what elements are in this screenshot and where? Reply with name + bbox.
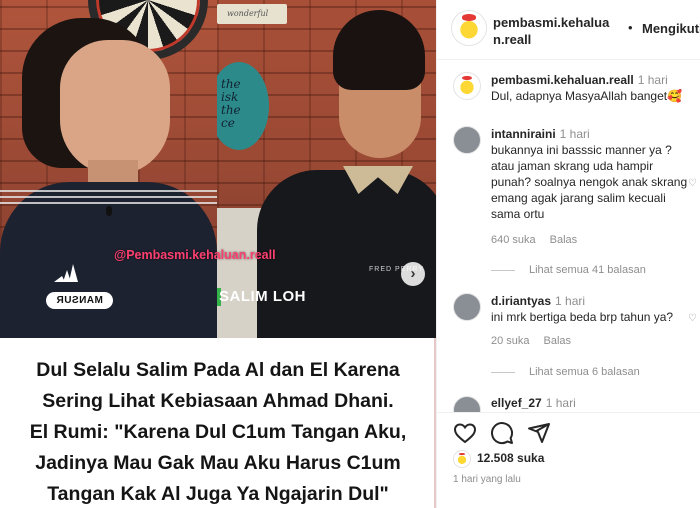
comment-username[interactable]: ellyef_27: [491, 396, 542, 410]
following-button[interactable]: Mengikuti: [642, 21, 700, 36]
comment-time[interactable]: 1 hari: [555, 294, 585, 308]
like-comment-heart-icon[interactable]: ♡: [688, 178, 697, 189]
wall-sign-text: wonderful: [227, 9, 269, 18]
heart-icon[interactable]: [453, 421, 477, 445]
adidas-logo-icon: [54, 264, 78, 282]
watermark-text: @Pembasmi.kehaluan.reall: [114, 248, 276, 262]
comment-text: ini mrk bertiga beda brp tahun ya?: [491, 310, 674, 324]
comment-header: d.iriantyas 1 hari: [491, 293, 696, 309]
comment-meta: 640 suka Balas: [491, 234, 591, 246]
video-frame-left: MANSUR: [0, 0, 217, 338]
comment-time[interactable]: 1 hari: [546, 396, 576, 410]
comment-time[interactable]: 1 hari: [560, 127, 590, 141]
microphone-icon: [106, 206, 112, 216]
name-tag-left: MANSUR: [46, 292, 113, 309]
next-slide-button[interactable]: ›: [401, 262, 425, 286]
caption-line: Tangan Kak Al Juga Ya Ngajarin Dul": [47, 483, 389, 505]
name-tag-right-text: SALIM LOH: [219, 288, 306, 305]
share-icon[interactable]: [527, 421, 551, 445]
post-header: pembasmi.kehaluan.reall • Mengikuti: [437, 0, 700, 60]
name-tag-right: SALIM LOH: [219, 288, 306, 305]
name-tag-left-text: MANSUR: [56, 295, 103, 306]
comment-avatar[interactable]: [453, 126, 481, 154]
post-date[interactable]: 1 hari yang lalu: [453, 474, 521, 485]
view-replies-button[interactable]: Lihat semua 6 balasan: [491, 366, 640, 378]
comment-time[interactable]: 1 hari: [638, 73, 668, 87]
comment-header: ellyef_27 1 hari: [491, 395, 696, 411]
comment-header: intanniraini 1 hari: [491, 126, 696, 142]
account-logo-icon: [452, 11, 486, 45]
caption-line: El Rumi: "Karena Dul C1um Tangan Aku,: [29, 421, 407, 443]
comment-text: Dul, adapnya MasyaAllah banget🥰: [491, 89, 683, 103]
comment-text: bukannya ini basssic manner ya ? atau ja…: [491, 143, 688, 221]
comment-avatar[interactable]: [453, 293, 481, 321]
comments-panel: pembasmi.kehaluan.reall • Mengikuti pemb…: [436, 0, 700, 508]
like-comment-heart-icon[interactable]: ♡: [688, 313, 697, 324]
likes-count[interactable]: 12.508 suka: [477, 451, 544, 465]
post-caption-image: Dul Selalu Salim Pada Al dan El Karena S…: [0, 338, 436, 508]
comment-header: pembasmi.kehaluan.reall 1 hari: [491, 72, 696, 88]
liker-avatar: [453, 450, 471, 468]
person-right-shirt: [257, 170, 436, 338]
comment-item: ellyef_27 1 hari: [437, 394, 700, 412]
comment-username[interactable]: intanniraini: [491, 127, 556, 141]
post-actions: 12.508 suka 1 hari yang lalu: [437, 412, 700, 508]
comment-icon[interactable]: [490, 421, 514, 445]
person-left-face: [60, 40, 170, 175]
comment-username[interactable]: pembasmi.kehaluan.reall: [491, 73, 634, 87]
comment-username[interactable]: d.iriantyas: [491, 294, 551, 308]
header-username[interactable]: pembasmi.kehaluan.reall: [493, 14, 613, 48]
reply-button[interactable]: Balas: [550, 234, 578, 246]
reply-button[interactable]: Balas: [544, 335, 572, 347]
account-logo-icon: [454, 73, 480, 99]
comment-meta: 20 suka Balas: [491, 335, 585, 347]
view-replies-button[interactable]: Lihat semua 41 balasan: [491, 264, 646, 276]
header-separator: •: [628, 20, 633, 35]
account-logo-icon: [454, 451, 470, 467]
account-avatar[interactable]: [451, 10, 487, 46]
comment-avatar[interactable]: [453, 396, 481, 412]
comment-likes[interactable]: 640 suka: [491, 234, 536, 246]
caption-line: Jadinya Mau Gak Mau Aku Harus C1um: [35, 452, 401, 474]
caption-line: Dul Selalu Salim Pada Al dan El Karena: [36, 359, 400, 381]
comment-avatar[interactable]: [453, 72, 481, 100]
caption-line: Sering Lihat Kebiasaan Ahmad Dhani.: [42, 390, 394, 412]
comment-likes[interactable]: 20 suka: [491, 335, 530, 347]
post-media[interactable]: MANSUR wonderful the isk the ce FRED PER…: [0, 0, 436, 508]
wall-poster-text: the isk the ce: [221, 77, 241, 130]
